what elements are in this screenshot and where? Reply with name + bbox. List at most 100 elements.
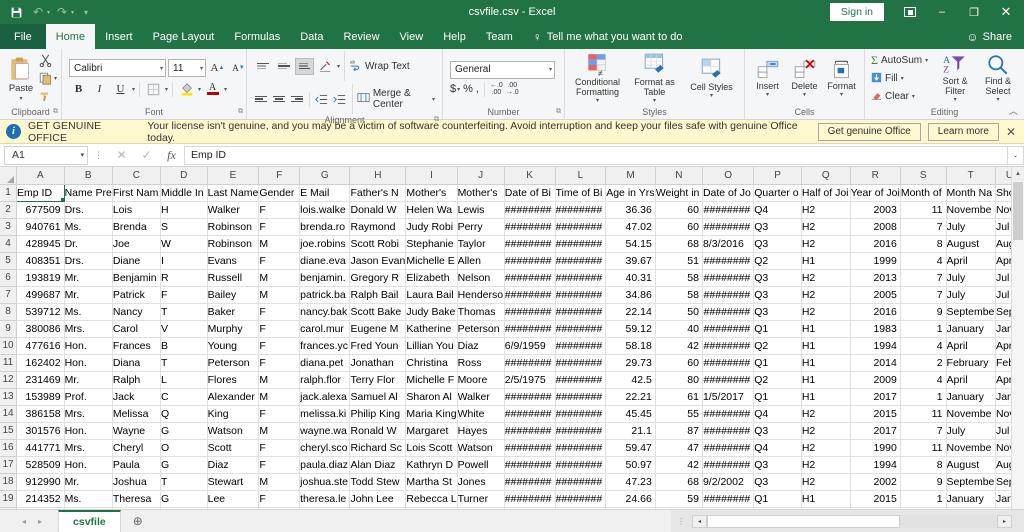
data-cell[interactable]: April (946, 337, 996, 355)
data-cell[interactable]: August (946, 235, 996, 253)
data-cell[interactable]: Q3 (753, 422, 802, 440)
data-cell[interactable]: ######## (555, 354, 607, 372)
save-icon[interactable] (6, 2, 26, 22)
data-cell[interactable]: 50 (655, 303, 703, 321)
format-cells-button[interactable]: Format ▾ (824, 59, 860, 98)
data-cell[interactable]: 2013 (850, 269, 901, 287)
data-cell[interactable]: 11 (900, 405, 947, 423)
data-cell[interactable]: 231469 (16, 371, 65, 389)
header-cell[interactable]: Gender (258, 184, 301, 202)
data-cell[interactable]: 60 (655, 218, 703, 236)
delete-cells-dropdown-icon[interactable]: ▾ (803, 91, 806, 98)
data-cell[interactable]: Christina (405, 354, 458, 372)
data-cell[interactable]: ######## (504, 456, 556, 474)
data-cell[interactable]: Q (160, 405, 208, 423)
data-cell[interactable]: ######## (555, 507, 607, 509)
data-cell[interactable]: ######## (702, 507, 755, 509)
data-cell[interactable]: Judy Bake (405, 303, 458, 321)
header-cell[interactable]: Mother's (457, 184, 505, 202)
data-cell[interactable]: Q3 (753, 286, 802, 304)
data-cell[interactable]: Q3 (753, 269, 802, 287)
data-cell[interactable]: Thomas (457, 303, 505, 321)
data-cell[interactable]: Powell (457, 456, 505, 474)
column-header-s[interactable]: S (900, 167, 947, 185)
data-cell[interactable]: 2016 (850, 303, 901, 321)
data-cell[interactable]: M (258, 286, 301, 304)
data-cell[interactable]: 441771 (16, 439, 65, 457)
data-cell[interactable]: ######## (702, 320, 755, 338)
cell-styles-dropdown-icon[interactable]: ▾ (710, 92, 713, 99)
data-cell[interactable]: carol.mur (299, 320, 351, 338)
data-cell[interactable]: O (160, 439, 208, 457)
tab-formulas[interactable]: Formulas (224, 24, 290, 49)
data-cell[interactable]: 2003 (850, 201, 901, 219)
decrease-indent-button[interactable] (314, 91, 330, 108)
data-cell[interactable]: ######## (555, 252, 607, 270)
data-cell[interactable]: July (946, 269, 996, 287)
table-row[interactable]: 17 528509 Hon. Paula G Diaz Fpaula.diaz Alan Di… (0, 456, 1024, 474)
header-cell[interactable]: Date of Bi (504, 184, 556, 202)
data-cell[interactable]: 1994 (850, 456, 901, 474)
data-cell[interactable]: Lillian You (405, 337, 458, 355)
data-cell[interactable]: Scott (207, 507, 260, 509)
data-cell[interactable]: M (258, 235, 301, 253)
sort-filter-button[interactable]: AZ Sort & Filter ▾ (934, 54, 976, 103)
data-cell[interactable]: 9/2/2002 (702, 473, 755, 491)
insert-cells-button[interactable]: Insert ▾ (750, 59, 786, 98)
vertical-scrollbar[interactable]: ▲ (1011, 167, 1024, 509)
data-cell[interactable]: ######## (702, 490, 755, 508)
data-cell[interactable]: 7 (900, 286, 947, 304)
close-button[interactable]: ✕ (990, 0, 1022, 24)
data-cell[interactable]: H2 (801, 269, 851, 287)
data-cell[interactable]: Young (207, 337, 260, 355)
data-cell[interactable]: Mrs. (64, 320, 113, 338)
borders-button[interactable] (144, 80, 163, 98)
data-cell[interactable]: Scott (207, 439, 260, 457)
column-header-q[interactable]: Q (801, 167, 851, 185)
data-cell[interactable]: ######## (702, 218, 755, 236)
data-cell[interactable]: 51 (655, 252, 703, 270)
data-cell[interactable]: Brenda (112, 218, 161, 236)
data-cell[interactable]: King (207, 405, 260, 423)
share-button[interactable]: ☺ Share (966, 24, 1024, 49)
table-row[interactable]: 16 441771 Mrs. Cheryl O Scott Fcheryl.sco Richa… (0, 439, 1024, 457)
data-cell[interactable]: Elizabeth (405, 269, 458, 287)
number-format-select[interactable]: General ▾ (450, 60, 555, 79)
format-cells-dropdown-icon[interactable]: ▾ (840, 91, 843, 98)
data-cell[interactable]: 40 (655, 320, 703, 338)
data-cell[interactable]: ######## (555, 439, 607, 457)
data-cell[interactable]: Lawrence (349, 507, 407, 509)
bold-button[interactable]: B (69, 80, 88, 98)
data-cell[interactable]: 59.12 (605, 320, 656, 338)
data-cell[interactable]: Fred Youn (349, 337, 407, 355)
align-center-button[interactable] (271, 91, 287, 108)
align-left-button[interactable] (253, 91, 269, 108)
align-middle-button[interactable] (274, 58, 293, 75)
data-cell[interactable]: 34.86 (605, 286, 656, 304)
data-cell[interactable]: 58.08 (605, 507, 656, 509)
data-cell[interactable]: Margaret (405, 422, 458, 440)
data-cell[interactable]: 2008 (850, 218, 901, 236)
data-cell[interactable]: 22.14 (605, 303, 656, 321)
expand-formula-bar-icon[interactable]: ⌄ (1007, 145, 1024, 165)
header-cell[interactable]: Age in Yrs (605, 184, 656, 202)
data-cell[interactable]: Hayes (457, 422, 505, 440)
data-cell[interactable]: Carol (112, 320, 161, 338)
decrease-decimal-button[interactable]: .00 →.0 (506, 82, 519, 96)
header-cell[interactable]: Time of Bi (555, 184, 607, 202)
data-cell[interactable]: Helen Wa (405, 201, 458, 219)
data-cell[interactable]: 58.18 (605, 337, 656, 355)
data-cell[interactable]: 4 (900, 371, 947, 389)
data-cell[interactable]: 386158 (16, 405, 65, 423)
data-cell[interactable]: Q3 (753, 235, 802, 253)
data-cell[interactable]: C (160, 388, 208, 406)
data-cell[interactable]: ######## (504, 354, 556, 372)
data-cell[interactable]: Novembe (946, 439, 996, 457)
data-cell[interactable]: joshua.ste (299, 473, 351, 491)
data-cell[interactable]: ######## (555, 388, 607, 406)
font-color-dropdown-icon[interactable]: ▾ (224, 86, 227, 93)
data-cell[interactable]: 1983 (850, 320, 901, 338)
data-cell[interactable]: Henderso (457, 286, 505, 304)
tab-review[interactable]: Review (333, 24, 389, 49)
data-cell[interactable]: H1 (801, 320, 851, 338)
